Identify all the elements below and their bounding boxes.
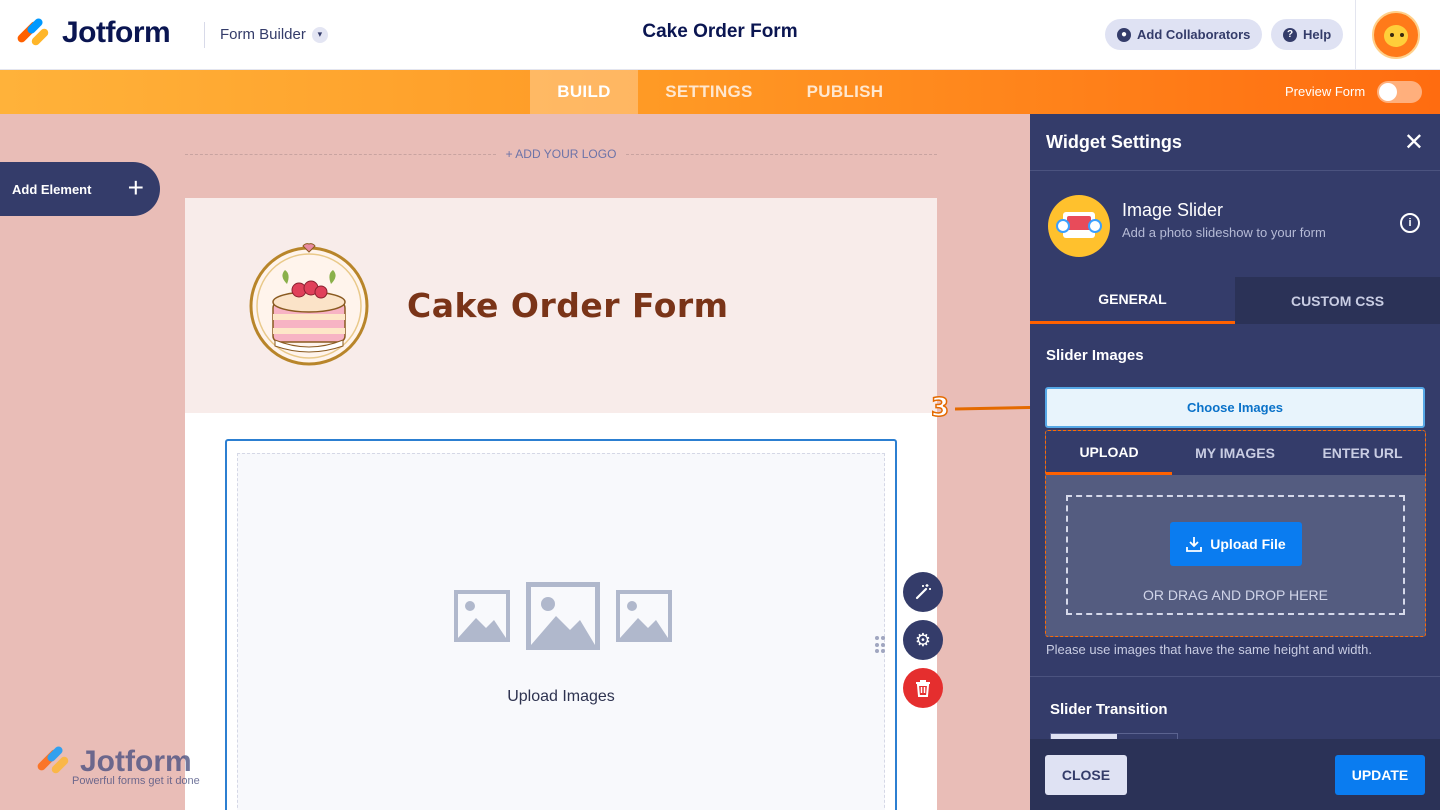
section-divider	[1030, 676, 1440, 677]
user-icon: ●	[1117, 27, 1131, 42]
choose-images-button[interactable]: Choose Images	[1045, 387, 1425, 428]
form-builder-label: Form Builder	[220, 26, 306, 43]
builder-nav: BUILD SETTINGS PUBLISH Preview Form	[0, 70, 1440, 114]
tab-build[interactable]: BUILD	[530, 70, 638, 114]
update-button[interactable]: UPDATE	[1335, 755, 1425, 795]
panel-header: Widget Settings ✕	[1030, 114, 1440, 171]
file-dropzone[interactable]: Upload File OR DRAG AND DROP HERE	[1066, 495, 1405, 615]
slider-images-label: Slider Images	[1046, 347, 1144, 364]
header-divider	[204, 22, 205, 48]
image-placeholder-icon	[454, 582, 672, 650]
jotform-logo[interactable]: Jotform	[15, 16, 171, 50]
chevron-down-icon: ▾	[311, 26, 328, 43]
close-icon[interactable]: ✕	[1404, 128, 1424, 157]
jotform-watermark-logo-icon	[35, 744, 70, 777]
help-button[interactable]: ? Help	[1271, 19, 1344, 50]
magic-wand-icon	[915, 584, 931, 600]
tab-enter-url[interactable]: ENTER URL	[1298, 431, 1425, 475]
drag-handle-icon[interactable]	[875, 636, 887, 654]
tab-settings[interactable]: SETTINGS	[648, 70, 770, 114]
form-header[interactable]: Cake Order Form	[185, 198, 937, 413]
widget-settings-panel: Widget Settings ✕ Image Slider Add a pho…	[1030, 114, 1440, 810]
add-logo-label: + ADD YOUR LOGO	[505, 147, 617, 161]
preview-form-toggle[interactable]	[1377, 81, 1422, 103]
plus-icon: +	[127, 172, 144, 203]
info-icon[interactable]: i	[1400, 213, 1420, 233]
header-separator	[1355, 0, 1356, 70]
widget-info: Image Slider Add a photo slideshow to yo…	[1030, 171, 1440, 277]
watermark-brand: Jotform	[80, 745, 192, 778]
widget-description: Add a photo slideshow to your form	[1122, 225, 1326, 240]
avatar[interactable]	[1372, 11, 1420, 59]
close-button[interactable]: CLOSE	[1045, 755, 1127, 795]
download-icon	[1186, 537, 1203, 552]
panel-footer: CLOSE UPDATE	[1030, 739, 1440, 810]
add-element-button[interactable]: Add Element +	[0, 162, 160, 216]
panel-tabs: GENERAL CUSTOM CSS	[1030, 277, 1440, 324]
trash-icon	[916, 680, 930, 697]
question-icon: ?	[1283, 27, 1297, 42]
gear-icon: ⚙	[914, 629, 932, 650]
tab-custom-css[interactable]: CUSTOM CSS	[1235, 277, 1440, 324]
add-element-label: Add Element	[12, 181, 92, 197]
upload-file-label: Upload File	[1210, 536, 1286, 552]
upload-file-button[interactable]: Upload File	[1170, 522, 1302, 566]
tab-upload[interactable]: UPLOAD	[1046, 431, 1172, 475]
step-number: 3	[930, 392, 950, 424]
jotform-logo-icon	[15, 16, 50, 49]
help-label: Help	[1303, 27, 1332, 42]
tab-general[interactable]: GENERAL	[1030, 277, 1235, 324]
panel-title: Widget Settings	[1046, 132, 1182, 152]
image-uploader: UPLOAD MY IMAGES ENTER URL Upload File O…	[1045, 430, 1426, 637]
uploader-tabs: UPLOAD MY IMAGES ENTER URL	[1046, 431, 1425, 475]
form-builder-menu[interactable]: Form Builder ▾	[220, 26, 328, 43]
jotform-watermark: Jotform Powerful forms get it done	[35, 744, 200, 787]
top-bar: Jotform Form Builder ▾ Cake Order Form ●…	[0, 0, 1440, 70]
tab-my-images[interactable]: MY IMAGES	[1172, 431, 1298, 475]
drag-drop-label: OR DRAG AND DROP HERE	[1143, 587, 1328, 603]
magic-wand-button[interactable]	[903, 572, 943, 612]
tab-publish[interactable]: PUBLISH	[790, 70, 900, 114]
cake-logo-icon	[249, 243, 369, 366]
image-size-hint: Please use images that have the same hei…	[1046, 642, 1372, 657]
widget-settings-button[interactable]: ⚙	[903, 620, 943, 660]
upload-images-label: Upload Images	[507, 688, 615, 705]
upload-images-dropzone[interactable]: Upload Images	[237, 453, 885, 810]
add-collaborators-label: Add Collaborators	[1137, 27, 1251, 42]
add-collaborators-button[interactable]: ● Add Collaborators	[1105, 19, 1263, 50]
image-slider-widget[interactable]: Upload Images	[225, 439, 897, 810]
preview-form-label: Preview Form	[1285, 84, 1366, 99]
widget-name: Image Slider	[1122, 200, 1224, 220]
image-slider-icon	[1048, 195, 1110, 257]
delete-widget-button[interactable]	[903, 668, 943, 708]
slider-transition-label: Slider Transition	[1050, 701, 1168, 718]
form-header-title[interactable]: Cake Order Form	[407, 286, 729, 325]
brand-name: Jotform	[62, 16, 171, 49]
watermark-tagline: Powerful forms get it done	[72, 775, 200, 787]
add-logo-link[interactable]: + ADD YOUR LOGO	[185, 146, 937, 162]
